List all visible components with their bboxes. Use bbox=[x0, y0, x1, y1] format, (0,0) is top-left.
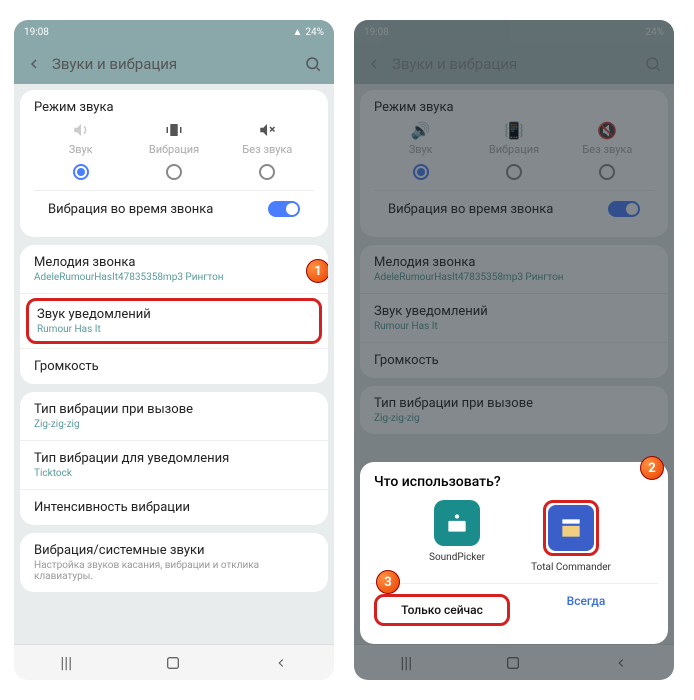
nav-back-icon[interactable] bbox=[274, 656, 288, 670]
soundmode-mute[interactable]: Без звука bbox=[221, 121, 314, 180]
vib-during-call-label: Вибрация во время звонка bbox=[48, 202, 268, 217]
badge-3: 3 bbox=[376, 570, 400, 594]
sheet-title: Что использовать? bbox=[370, 474, 658, 490]
radio-mute[interactable] bbox=[259, 164, 275, 180]
ringtone-row[interactable]: Мелодия звонка AdeleRumourHasIt47835358m… bbox=[20, 245, 328, 293]
appbar-title: Звуки и вибрация bbox=[52, 55, 294, 73]
vibtype-call-row[interactable]: Тип вибрации при вызове Zig-zig-zig bbox=[20, 392, 328, 440]
vibtype-notif-row[interactable]: Тип вибрации для уведомления Ticktock bbox=[20, 440, 328, 489]
app-totalcommander[interactable]: Total Commander bbox=[526, 500, 616, 573]
badge-2: 2 bbox=[640, 456, 664, 480]
phone-right: 19:08 24% Звуки и вибрация Режим звука 🔊… bbox=[354, 20, 674, 680]
system-sounds-card: Вибрация/системные звуки Настройка звуко… bbox=[20, 533, 328, 592]
content: Режим звука Звук Вибрация Без звука bbox=[14, 84, 334, 644]
soundpicker-icon bbox=[434, 500, 480, 546]
sound-mode-card: Режим звука Звук Вибрация Без звука bbox=[20, 90, 328, 237]
soundmode-vibration[interactable]: Вибрация bbox=[127, 121, 220, 180]
statusbar: 19:08 ▲ 24% bbox=[14, 20, 334, 44]
system-sounds-row[interactable]: Вибрация/системные звуки Настройка звуко… bbox=[20, 533, 328, 592]
vib-during-call-toggle[interactable] bbox=[268, 201, 300, 217]
soundmode-sound[interactable]: Звук bbox=[34, 121, 127, 180]
nav-home-icon[interactable] bbox=[165, 655, 181, 671]
volume-row[interactable]: Громкость bbox=[20, 348, 328, 384]
search-icon[interactable] bbox=[304, 55, 322, 73]
mute-icon bbox=[258, 121, 276, 139]
sounds-card: Мелодия звонка AdeleRumourHasIt47835358m… bbox=[20, 245, 328, 384]
app-soundpicker[interactable]: SoundPicker bbox=[412, 500, 502, 573]
notification-sound-row[interactable]: Звук уведомлений Rumour Has It bbox=[20, 293, 328, 348]
button-always[interactable]: Всегда bbox=[514, 584, 658, 636]
sound-icon bbox=[72, 121, 90, 139]
appbar: Звуки и вибрация bbox=[14, 44, 334, 84]
totalcommander-icon bbox=[548, 505, 594, 551]
app-chooser-sheet: Что использовать? 2 SoundPicker Total Co… bbox=[360, 462, 668, 644]
signal-icon: ▲ bbox=[293, 27, 303, 38]
navbar: ||| bbox=[14, 644, 334, 680]
radio-vibration[interactable] bbox=[166, 164, 182, 180]
battery-text: 24% bbox=[305, 27, 324, 38]
vib-intensity-row[interactable]: Интенсивность вибрации bbox=[20, 489, 328, 525]
vibration-card: Тип вибрации при вызове Zig-zig-zig Тип … bbox=[20, 392, 328, 525]
vibration-icon bbox=[165, 121, 183, 139]
radio-sound[interactable] bbox=[73, 164, 89, 180]
phone-left: 19:08 ▲ 24% Звуки и вибрация Режим звука… bbox=[14, 20, 334, 680]
badge-1: 1 bbox=[306, 259, 328, 283]
sound-mode-header: Режим звука bbox=[34, 100, 314, 115]
status-time: 19:08 bbox=[24, 27, 49, 38]
back-icon[interactable] bbox=[26, 56, 42, 72]
nav-recent-icon[interactable]: ||| bbox=[60, 653, 72, 672]
